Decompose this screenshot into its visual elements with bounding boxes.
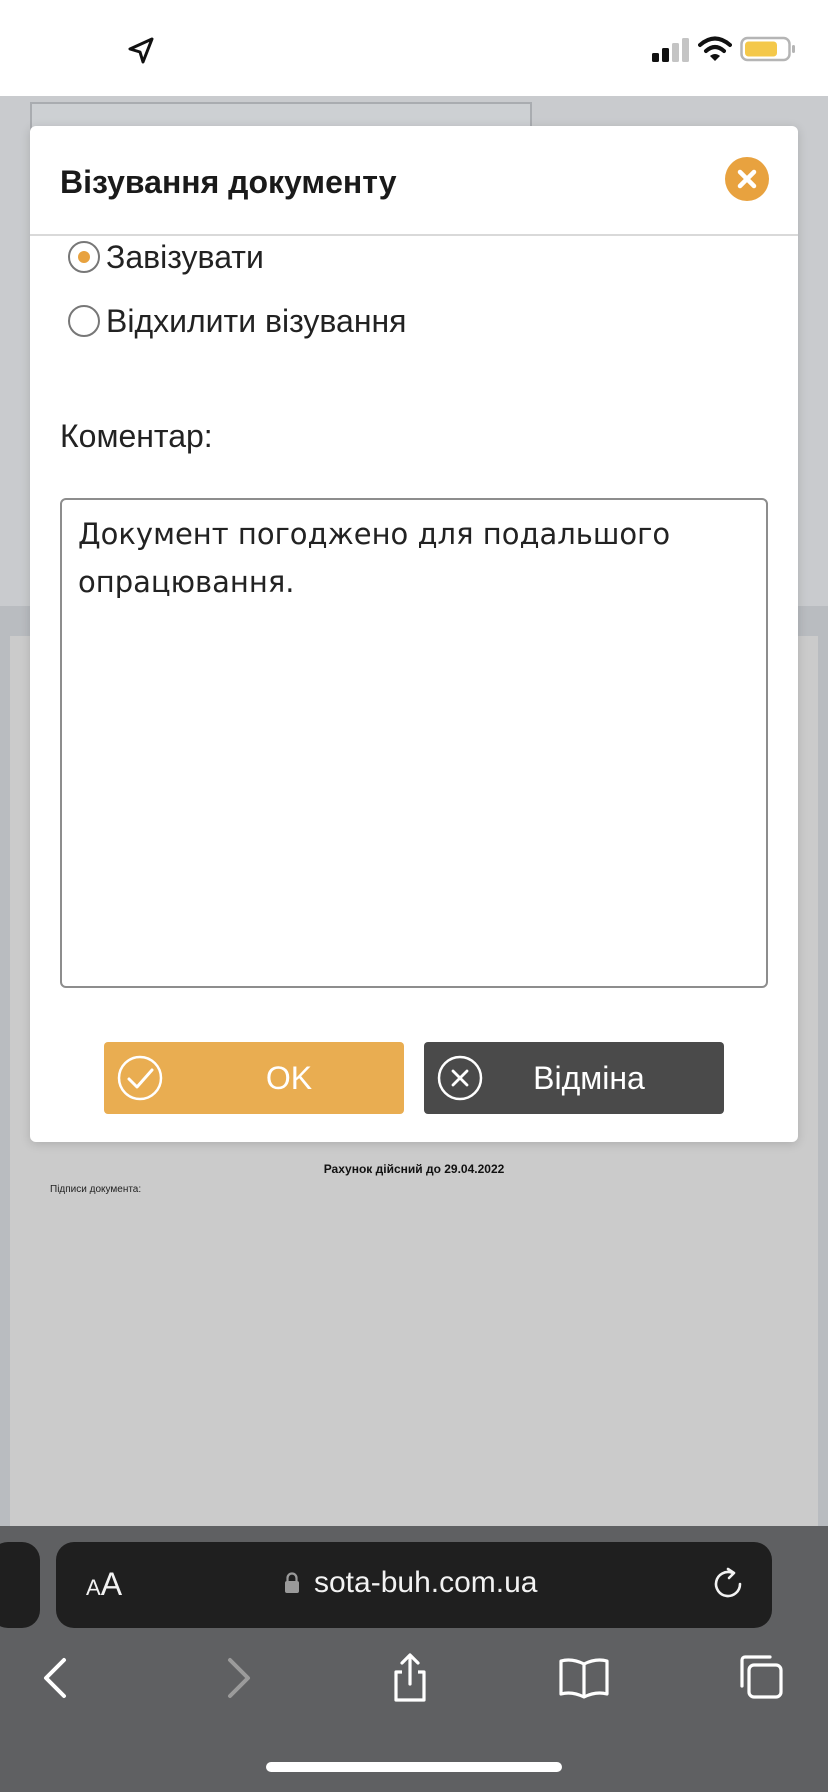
cellular-signal-icon [652,38,689,62]
ok-button-label: OK [265,1059,313,1096]
wifi-icon [698,36,732,61]
share-icon[interactable] [384,1652,436,1704]
ok-button[interactable]: OK [104,1042,404,1114]
url-text: sota-buh.com.ua [314,1566,538,1599]
comment-label: Коментар: [60,418,213,454]
aa-large: A [100,1566,123,1602]
close-icon [737,169,757,189]
radio-option-reject[interactable]: Відхилити візування [68,301,407,341]
status-bar [0,0,828,96]
back-icon[interactable] [32,1652,84,1704]
dialog-header: Візування документу [30,126,798,236]
visa-dialog: Візування документу Завізувати Відхилити… [30,126,798,1142]
reader-options-button[interactable]: A A [86,1566,122,1606]
bookmarks-icon[interactable] [558,1652,610,1704]
comment-textarea[interactable]: Документ погоджено для подальшого опрацю… [60,498,768,988]
radio-approve-label: Завізувати [106,238,264,275]
cancel-button-label: Відміна [533,1059,645,1096]
address-bar[interactable]: A A sota-buh.com.ua [56,1542,772,1628]
radio-reject-label: Відхилити візування [106,302,407,339]
radio-selected-dot [78,251,90,263]
forward-icon[interactable] [210,1652,262,1704]
screen: Рахунок дійсний до 29.04.2022 Підписи до… [0,0,828,1792]
valid-until-text: Рахунок дійсний до 29.04.2022 [323,1162,505,1176]
cancel-button[interactable]: Відміна [424,1042,724,1114]
lock-icon [285,1572,299,1593]
dialog-title: Візування документу [60,164,397,200]
radio-option-approve[interactable]: Завізувати [68,237,264,277]
radio-reject[interactable] [68,305,100,337]
close-button[interactable] [725,157,769,201]
location-arrow-icon [128,37,154,64]
home-indicator[interactable] [266,1762,562,1772]
signatures-label: Підписи документа: [50,1184,142,1195]
check-circle-icon [117,1055,163,1101]
tabs-icon[interactable] [734,1652,786,1704]
battery-icon [740,36,795,62]
aa-small: A [86,1575,101,1600]
previous-tab[interactable] [0,1542,40,1628]
radio-approve[interactable] [68,241,100,273]
reload-icon[interactable] [710,1566,746,1602]
x-circle-icon [437,1055,483,1101]
